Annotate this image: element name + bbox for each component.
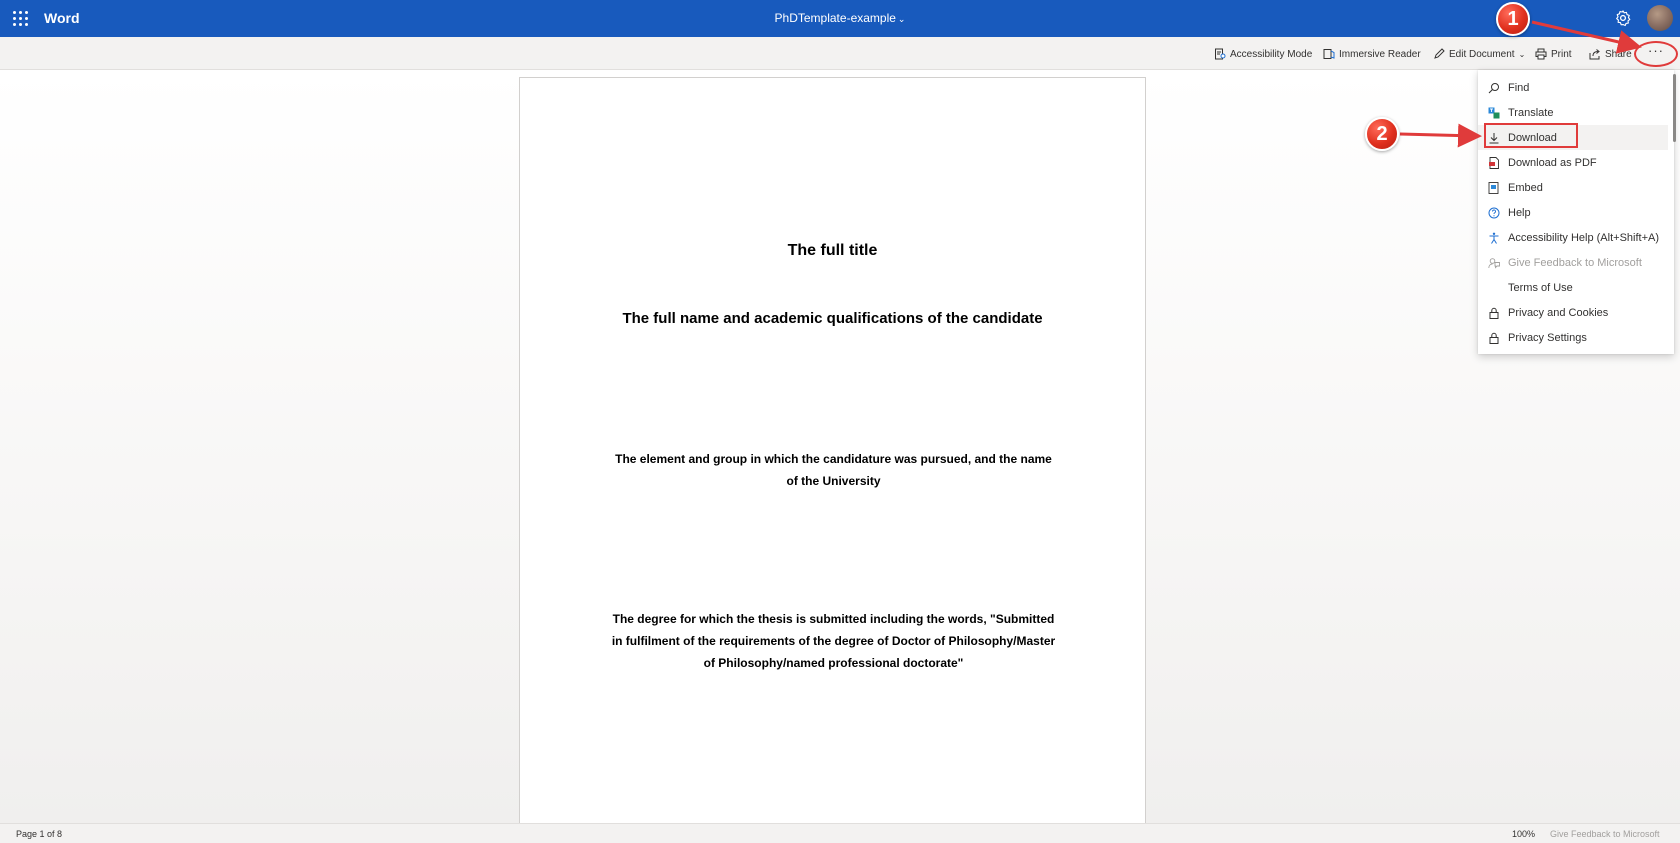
menu-item-help[interactable]: Help bbox=[1478, 200, 1668, 225]
gear-icon[interactable] bbox=[1614, 9, 1632, 27]
menu-item-find[interactable]: Find bbox=[1478, 75, 1668, 100]
candidate-text: The full name and academic qualification… bbox=[622, 310, 1043, 327]
menu-item-privacy-settings[interactable]: Privacy Settings bbox=[1478, 325, 1668, 350]
menu-item-label: Help bbox=[1508, 206, 1531, 219]
app-header: Word PhDTemplate-example ⌄ bbox=[0, 0, 1680, 37]
help-icon bbox=[1488, 207, 1500, 218]
embed-icon bbox=[1488, 181, 1499, 194]
edit-document-button[interactable]: Edit Document ⌄ bbox=[1433, 46, 1525, 62]
menu-item-label: Download as PDF bbox=[1508, 156, 1597, 169]
element-text: The element and group in which the candi… bbox=[615, 452, 1052, 488]
document-canvas[interactable]: The full title The full name and academi… bbox=[0, 70, 1680, 837]
translate-icon bbox=[1488, 107, 1500, 118]
menu-item-embed[interactable]: Embed bbox=[1478, 175, 1668, 200]
annotation-badge-1: 1 bbox=[1496, 2, 1530, 36]
feedback-icon bbox=[1488, 257, 1500, 269]
printer-icon bbox=[1535, 48, 1547, 60]
chevron-down-icon: ⌄ bbox=[897, 14, 906, 24]
menu-item-label: Translate bbox=[1508, 106, 1554, 119]
menu-item-label: Find bbox=[1508, 81, 1530, 94]
share-icon bbox=[1589, 49, 1600, 60]
menu-item-translate[interactable]: Translate bbox=[1478, 100, 1668, 125]
accessibility-mode-button[interactable]: Accessibility Mode bbox=[1214, 46, 1312, 62]
command-bar: Accessibility Mode Immersive Reader Edit… bbox=[0, 37, 1680, 70]
search-icon bbox=[1488, 82, 1499, 93]
menu-item-privacy-cookies[interactable]: Privacy and Cookies bbox=[1478, 300, 1668, 325]
degree-text: The degree for which the thesis is submi… bbox=[611, 612, 1056, 670]
pencil-icon bbox=[1434, 48, 1445, 59]
menu-item-label: Privacy and Cookies bbox=[1508, 306, 1609, 319]
pdf-icon bbox=[1489, 156, 1499, 169]
immersive-reader-button[interactable]: Immersive Reader bbox=[1323, 46, 1421, 62]
menu-item-accessibility-help[interactable]: Accessibility Help (Alt+Shift+A) bbox=[1478, 225, 1668, 250]
document-title: PhDTemplate-example bbox=[774, 11, 896, 25]
accessibility-icon bbox=[1489, 232, 1499, 244]
give-feedback-link[interactable]: Give Feedback to Microsoft bbox=[1550, 829, 1660, 839]
menu-item-download-pdf[interactable]: Download as PDF bbox=[1478, 150, 1668, 175]
share-label: Share bbox=[1605, 48, 1632, 60]
annotation-highlight-ellipse bbox=[1634, 41, 1678, 67]
menu-item-give-feedback: Give Feedback to Microsoft bbox=[1478, 250, 1668, 275]
annotation-badge-2: 2 bbox=[1365, 117, 1399, 151]
menu-item-terms-of-use[interactable]: Terms of Use bbox=[1478, 275, 1668, 300]
accessibility-mode-label: Accessibility Mode bbox=[1230, 48, 1313, 60]
menu-item-label: Terms of Use bbox=[1508, 281, 1573, 294]
document-page[interactable]: The full title The full name and academi… bbox=[519, 77, 1146, 837]
immersive-reader-label: Immersive Reader bbox=[1339, 48, 1421, 60]
immersive-reader-icon bbox=[1323, 49, 1335, 59]
accessibility-mode-icon bbox=[1215, 48, 1226, 60]
avatar[interactable] bbox=[1647, 5, 1673, 31]
edit-document-label: Edit Document bbox=[1449, 48, 1515, 60]
menu-item-label: Embed bbox=[1508, 181, 1543, 194]
zoom-level[interactable]: 100% bbox=[1512, 829, 1535, 839]
menu-scrollbar[interactable] bbox=[1673, 74, 1676, 142]
lock-icon bbox=[1489, 332, 1499, 344]
annotation-highlight-rect bbox=[1484, 123, 1578, 148]
menu-item-label: Privacy Settings bbox=[1508, 331, 1587, 344]
menu-item-label: Give Feedback to Microsoft bbox=[1508, 256, 1642, 269]
menu-item-label: Accessibility Help (Alt+Shift+A) bbox=[1508, 231, 1659, 244]
more-options-menu: Find Translate Download Download as PDF … bbox=[1478, 70, 1674, 354]
chevron-down-icon: ⌄ bbox=[1518, 49, 1526, 59]
page-count: Page 1 of 8 bbox=[16, 829, 63, 839]
share-button[interactable]: Share bbox=[1589, 46, 1632, 62]
status-bar: Page 1 of 8 100% Give Feedback to Micros… bbox=[0, 823, 1680, 843]
document-title-text: The full title bbox=[787, 242, 878, 259]
lock-icon bbox=[1489, 307, 1499, 319]
print-button[interactable]: Print bbox=[1535, 46, 1572, 62]
print-label: Print bbox=[1551, 48, 1572, 60]
document-title-button[interactable]: PhDTemplate-example ⌄ bbox=[0, 11, 1680, 25]
